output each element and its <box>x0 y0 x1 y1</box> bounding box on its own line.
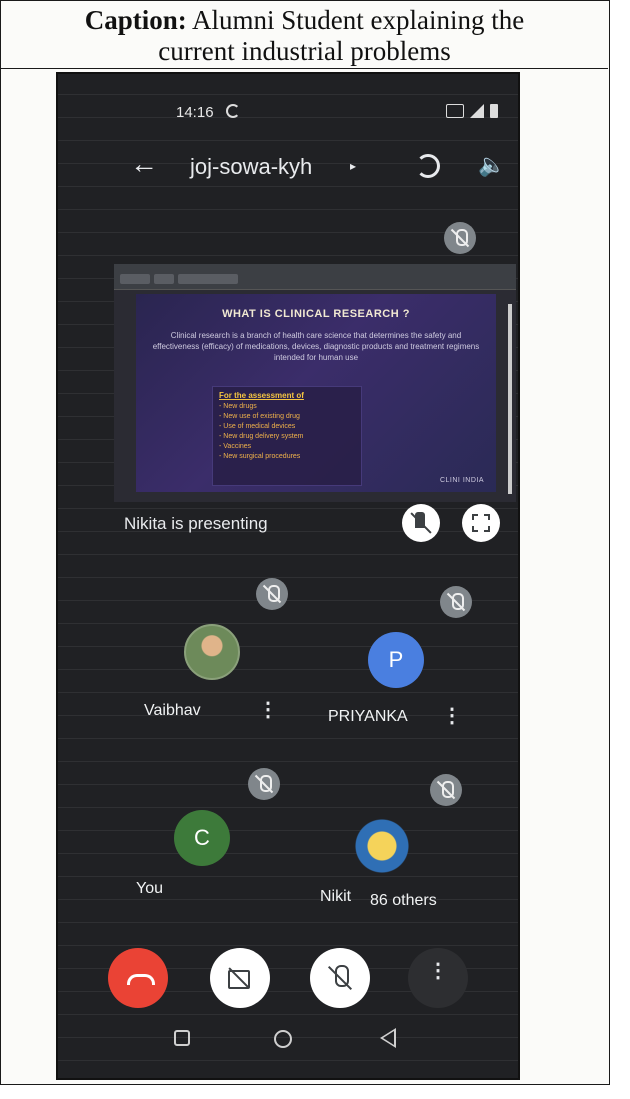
mic-off-icon <box>440 586 472 618</box>
more-vert-icon[interactable]: ⋮ <box>258 700 278 720</box>
slide-title: WHAT IS CLINICAL RESEARCH ? <box>222 308 410 320</box>
phone-screenshot: 14:16 ← joj-sowa-kyh ▸ 🔈 WHAT IS CLINICA… <box>56 72 520 1080</box>
browser-toolbar <box>114 264 516 290</box>
speaker-icon[interactable]: 🔈 <box>478 152 505 178</box>
avatar <box>354 818 410 874</box>
scanline <box>58 669 518 670</box>
caret-right-icon[interactable]: ▸ <box>350 159 356 173</box>
slide-box-title: For the assessment of <box>219 391 304 400</box>
browser-tab <box>154 274 174 284</box>
scanline <box>58 140 518 141</box>
battery-icon <box>490 104 498 118</box>
avatar: P <box>368 632 424 688</box>
scanline <box>58 807 518 808</box>
signal-icon <box>470 104 484 118</box>
browser-tab <box>120 274 150 284</box>
mic-off-icon <box>444 222 476 254</box>
home-icon[interactable] <box>274 1030 292 1048</box>
scanline <box>58 554 518 555</box>
scanline <box>58 508 518 509</box>
slide-box-item: - Use of medical devices <box>219 423 296 430</box>
meeting-top-bar: ← joj-sowa-kyh ▸ 🔈 <box>58 146 518 190</box>
switch-camera-icon[interactable] <box>416 154 440 178</box>
scanline <box>58 830 518 831</box>
slide-box-item: - New surgical procedures <box>219 453 301 460</box>
slide-box-item: - New drug delivery system <box>219 433 304 440</box>
scanline <box>58 945 518 946</box>
screen-record-icon <box>226 104 240 118</box>
mic-off-icon <box>248 768 280 800</box>
more-vert-icon[interactable]: ⋮ <box>442 706 462 726</box>
back-triangle-icon[interactable] <box>380 1028 396 1048</box>
slide-box-item: - Vaccines <box>219 443 252 450</box>
scanline <box>58 255 518 256</box>
presenting-label: Nikita is presenting <box>124 514 268 533</box>
status-icons <box>446 104 498 118</box>
slide-logo: CLINI INDIA <box>439 477 484 484</box>
back-arrow-icon[interactable]: ← <box>130 148 158 180</box>
fullscreen-icon <box>472 514 490 532</box>
scanline <box>58 646 518 647</box>
others-count[interactable]: 86 others <box>370 892 437 910</box>
scanline <box>58 209 518 210</box>
participant-name: PRIYANKA <box>328 708 408 725</box>
shared-screen[interactable]: WHAT IS CLINICAL RESEARCH ? Clinical res… <box>114 264 516 502</box>
slide-body: Clinical research is a branch of health … <box>152 331 480 362</box>
meeting-code[interactable]: joj-sowa-kyh <box>190 154 312 180</box>
camera-off-button[interactable] <box>210 948 270 1008</box>
mic-off-button[interactable] <box>310 948 370 1008</box>
recents-icon[interactable] <box>174 1030 190 1046</box>
caption: Caption: Alumni Student explaining the c… <box>1 1 608 69</box>
scanline <box>58 692 518 693</box>
scanline <box>58 577 518 578</box>
browser-tab <box>178 274 238 284</box>
scrollbar[interactable] <box>508 304 512 494</box>
slide-box-item: - New drugs <box>219 403 257 410</box>
scanline <box>58 623 518 624</box>
android-nav-bar <box>58 1006 518 1078</box>
presentation-slide: WHAT IS CLINICAL RESEARCH ? Clinical res… <box>136 294 496 492</box>
fullscreen-button[interactable] <box>462 504 500 542</box>
end-call-button[interactable] <box>108 948 168 1008</box>
caption-text-line2: current industrial problems <box>158 36 451 66</box>
participant-name: Nikit <box>320 888 352 905</box>
avatar: C <box>174 810 230 866</box>
scanline <box>58 738 518 739</box>
scanline <box>58 922 518 923</box>
caption-text-line1: Alumni Student explaining the <box>192 5 525 35</box>
scanline <box>58 876 518 877</box>
status-bar: 14:16 <box>58 74 518 122</box>
avatar <box>184 624 240 680</box>
participant-name: You <box>136 880 163 897</box>
scanline <box>58 761 518 762</box>
status-time: 14:16 <box>176 104 214 121</box>
more-options-button[interactable]: ⋮ <box>408 948 468 1008</box>
scanline <box>58 853 518 854</box>
caption-label: Caption: <box>84 5 187 35</box>
mic-off-icon <box>256 578 288 610</box>
scanline <box>58 899 518 900</box>
slide-box: For the assessment of - New drugs - New … <box>212 386 362 486</box>
slide-box-item: - New use of existing drug <box>219 413 300 420</box>
mic-off-icon <box>430 774 462 806</box>
sim-icon <box>446 104 464 118</box>
participant-name: Vaibhav <box>144 702 201 719</box>
unpin-button[interactable] <box>402 504 440 542</box>
